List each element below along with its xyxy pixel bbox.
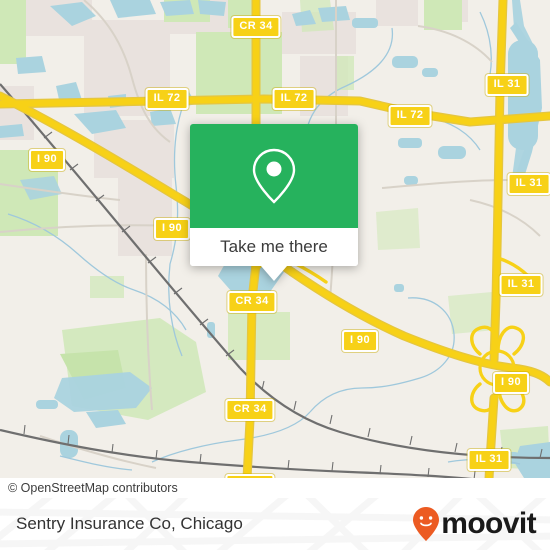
road-shield: IL 31	[485, 74, 529, 96]
road-shield: I 90	[493, 372, 529, 394]
map-attribution: © OpenStreetMap contributors	[0, 478, 550, 498]
popup-body: Take me there	[190, 124, 358, 266]
road-shield: I 90	[29, 149, 65, 171]
moovit-logo[interactable]: moovit	[413, 507, 537, 541]
road-shield: CR 34	[231, 16, 281, 38]
road-shield: IL 31	[467, 449, 511, 471]
moovit-wordmark: moovit	[441, 507, 536, 540]
road-shield: CR 34	[225, 399, 275, 421]
road-shield: IL 31	[507, 173, 550, 195]
popup-image	[190, 124, 358, 228]
road-shield: I 90	[342, 330, 378, 352]
map-screenshot: CR 34 IL 72 IL 72 IL 72 IL 31 IL 31 I 90 I 90 IL…	[0, 0, 550, 550]
place-title: Sentry Insurance Co, Chicago	[16, 514, 243, 533]
location-popup[interactable]: Take me there	[190, 124, 358, 281]
road-shield: CR 34	[227, 291, 277, 313]
road-shield: IL 72	[388, 105, 432, 127]
take-me-there-button[interactable]: Take me there	[190, 228, 358, 266]
road-shield: I 90	[154, 218, 190, 240]
moovit-pin-icon	[413, 507, 440, 541]
footer-bar: Sentry Insurance Co, Chicago moovit	[0, 498, 550, 550]
popup-tail	[261, 266, 287, 281]
road-shield: IL 72	[272, 88, 316, 110]
map-pin-icon	[252, 148, 296, 204]
road-shield: IL 31	[499, 274, 543, 296]
road-shield: IL 72	[145, 88, 189, 110]
